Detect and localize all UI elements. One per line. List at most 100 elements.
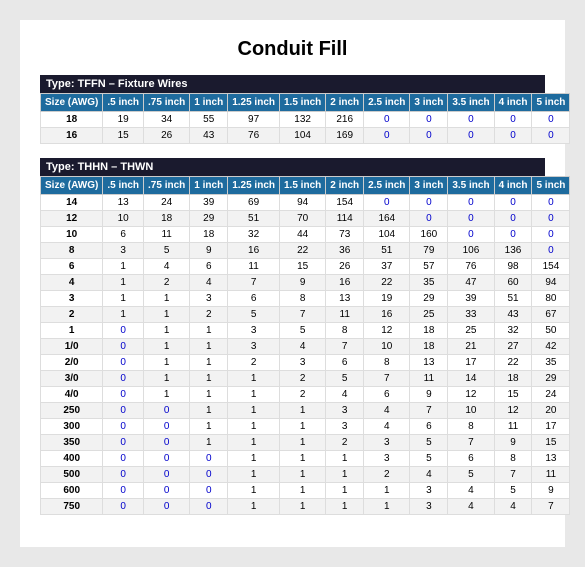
- table-cell: 33: [448, 307, 494, 323]
- table-cell: 0: [144, 499, 190, 515]
- table-row: 161526437610416900000: [41, 128, 570, 144]
- table-cell: 4: [41, 275, 103, 291]
- table-cell: 15: [532, 435, 570, 451]
- table-cell: 1: [280, 419, 326, 435]
- table-cell: 5: [280, 323, 326, 339]
- table-cell: 0: [103, 419, 144, 435]
- table-cell: 0: [103, 499, 144, 515]
- table-cell: 1: [280, 403, 326, 419]
- col-header: 4 inch: [494, 177, 532, 195]
- table-cell: 1: [103, 275, 144, 291]
- col-header: 3.5 inch: [448, 94, 494, 112]
- table-cell: 35: [410, 275, 448, 291]
- table-cell: 0: [448, 227, 494, 243]
- table-cell: 0: [144, 419, 190, 435]
- table-cell: 164: [364, 211, 410, 227]
- table-row: 211257111625334367: [41, 307, 570, 323]
- table-cell: 2: [41, 307, 103, 323]
- table-cell: 76: [228, 128, 280, 144]
- table-cell: 0: [103, 387, 144, 403]
- table-cell: 1: [280, 467, 326, 483]
- table-cell: 10: [41, 227, 103, 243]
- table-cell: 2: [326, 435, 364, 451]
- table-cell: 4: [326, 387, 364, 403]
- col-header: 2.5 inch: [364, 177, 410, 195]
- table-cell: 26: [326, 259, 364, 275]
- table-cell: 8: [326, 323, 364, 339]
- table-cell: 0: [494, 128, 532, 144]
- col-header: 2.5 inch: [364, 94, 410, 112]
- table-cell: 5: [448, 467, 494, 483]
- table-cell: 3: [280, 355, 326, 371]
- table-cell: 24: [532, 387, 570, 403]
- table-cell: 4: [364, 419, 410, 435]
- table-cell: 11: [228, 259, 280, 275]
- table-cell: 36: [326, 243, 364, 259]
- table-cell: 19: [364, 291, 410, 307]
- table-cell: 8: [280, 291, 326, 307]
- table-cell: 3/0: [41, 371, 103, 387]
- table-cell: 42: [532, 339, 570, 355]
- table-cell: 8: [494, 451, 532, 467]
- table-cell: 1: [144, 307, 190, 323]
- table-cell: 1: [280, 451, 326, 467]
- table-cell: 0: [144, 451, 190, 467]
- section-header-thhn: Type: THHN – THWN: [40, 158, 545, 176]
- table-cell: 5: [410, 435, 448, 451]
- table-cell: 1: [326, 467, 364, 483]
- table-cell: 3: [228, 323, 280, 339]
- table-cell: 500: [41, 467, 103, 483]
- table-cell: 25: [410, 307, 448, 323]
- table-cell: 4: [190, 275, 228, 291]
- table-cell: 4: [494, 499, 532, 515]
- table-cell: 47: [448, 275, 494, 291]
- table-cell: 0: [103, 403, 144, 419]
- table-cell: 0: [190, 467, 228, 483]
- table-cell: 1: [228, 387, 280, 403]
- table-cell: 0: [103, 451, 144, 467]
- table-cell: 4: [144, 259, 190, 275]
- table-cell: 114: [326, 211, 364, 227]
- table-cell: 94: [532, 275, 570, 291]
- table-cell: 6: [41, 259, 103, 275]
- table-cell: 1: [228, 451, 280, 467]
- table-cell: 0: [532, 211, 570, 227]
- table-cell: 69: [228, 195, 280, 211]
- table-cell: 0: [103, 339, 144, 355]
- table-row: 1061118324473104160000: [41, 227, 570, 243]
- table-cell: 97: [228, 112, 280, 128]
- table-cell: 11: [532, 467, 570, 483]
- table-cell: 9: [410, 387, 448, 403]
- table-cell: 29: [190, 211, 228, 227]
- table-cell: 19: [103, 112, 144, 128]
- table-cell: 1: [228, 371, 280, 387]
- table-cell: 11: [410, 371, 448, 387]
- table-cell: 3: [410, 499, 448, 515]
- col-header: .5 inch: [103, 177, 144, 195]
- table-cell: 10: [364, 339, 410, 355]
- table-cell: 29: [532, 371, 570, 387]
- table-cell: 7: [280, 307, 326, 323]
- table-cell: 7: [364, 371, 410, 387]
- table-cell: 1: [280, 483, 326, 499]
- table-cell: 0: [410, 195, 448, 211]
- table-cell: 2: [280, 387, 326, 403]
- table-cell: 1: [190, 371, 228, 387]
- table-cell: 0: [410, 211, 448, 227]
- table-cell: 94: [280, 195, 326, 211]
- table-cell: 300: [41, 419, 103, 435]
- table-cell: 0: [448, 128, 494, 144]
- table-cell: 136: [494, 243, 532, 259]
- table-cell: 4: [364, 403, 410, 419]
- table-row: 500000111245711: [41, 467, 570, 483]
- table-cell: 1: [41, 323, 103, 339]
- table-cell: 18: [144, 211, 190, 227]
- table-cell: 0: [190, 499, 228, 515]
- table-cell: 98: [494, 259, 532, 275]
- table-cell: 600: [41, 483, 103, 499]
- table-cell: 12: [364, 323, 410, 339]
- table-cell: 3: [41, 291, 103, 307]
- table-row: 1210182951701141640000: [41, 211, 570, 227]
- table-cell: 22: [364, 275, 410, 291]
- table-cell: 13: [532, 451, 570, 467]
